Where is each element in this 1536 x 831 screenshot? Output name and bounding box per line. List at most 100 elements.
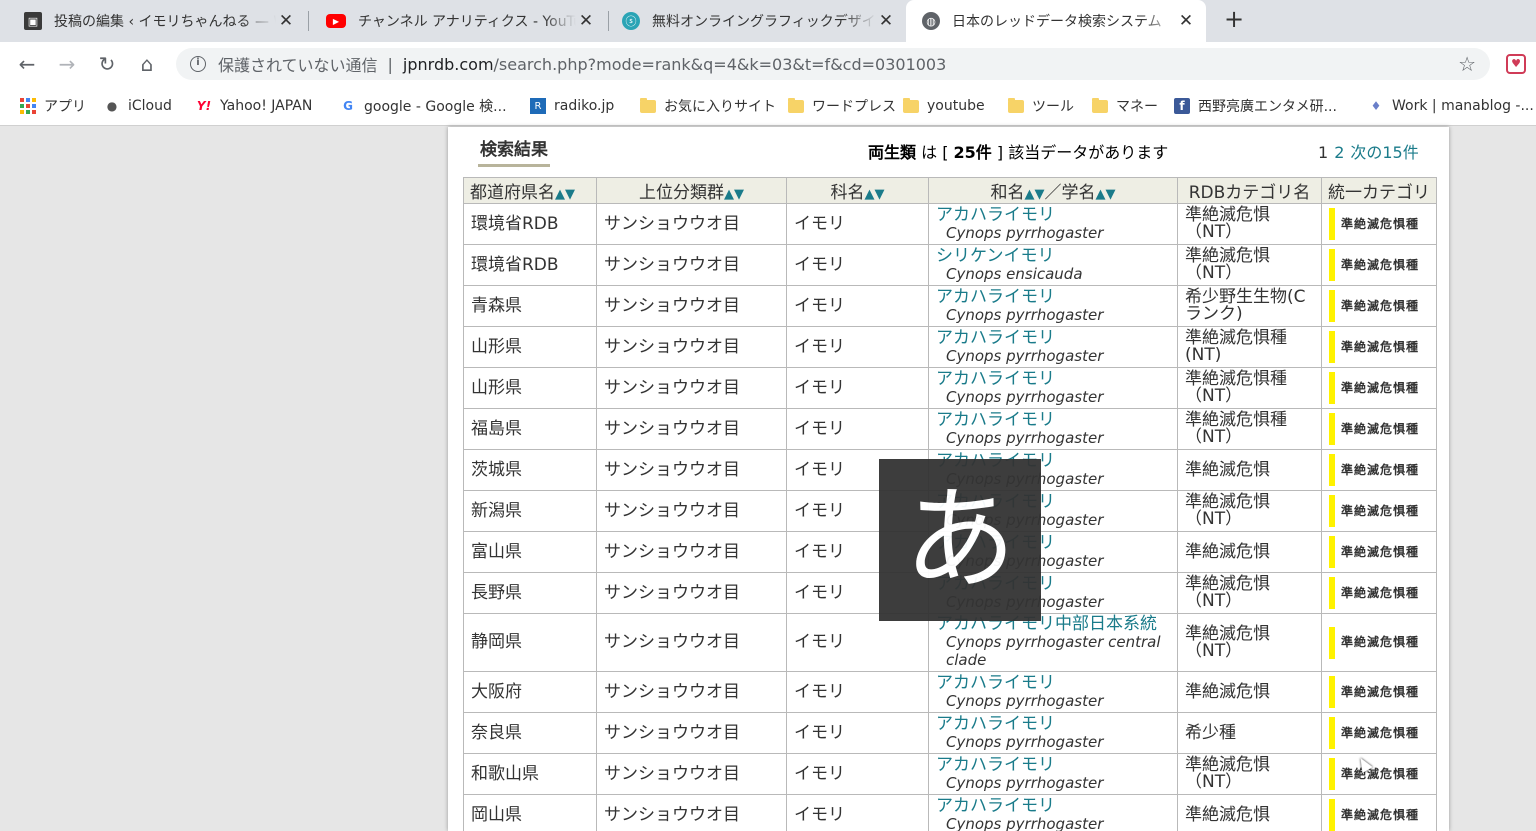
category-color-bar [1329, 717, 1335, 749]
rdb-category-text: 準絶滅危惧 （NT） [1185, 205, 1270, 242]
pager-next[interactable]: 次の15件 [1350, 143, 1418, 162]
cell-rdb-category: 準絶滅危惧種 （NT） [1177, 367, 1322, 409]
category-badge: 準絶滅危惧種 [1329, 413, 1429, 445]
japanese-name-link[interactable]: アカハライモリ [936, 411, 1170, 429]
cell-family-link[interactable]: イモリ [786, 203, 929, 245]
tab-red-data-search[interactable]: ◍ 日本のレッドデータ検索システム ✕ [906, 0, 1206, 42]
table-row: 青森県 サンショウウオ目 イモリ アカハライモリ Cynops pyrrhogaster… [463, 285, 1437, 327]
sort-arrows[interactable]: ▲▼ [1096, 187, 1116, 202]
close-icon[interactable]: ✕ [276, 11, 296, 31]
bookmark-nishino[interactable]: f 西野亮廣エンタメ研... [1174, 96, 1337, 116]
count-mid: は [ [916, 143, 954, 162]
cell-family-link[interactable]: イモリ [786, 753, 929, 795]
sort-arrows[interactable]: ▲▼ [555, 187, 575, 202]
cell-order: サンショウウオ目 [596, 244, 787, 286]
category-label: 準絶滅危惧種 [1341, 421, 1420, 436]
category-badge: 準絶滅危惧種 [1329, 249, 1429, 281]
address-bar[interactable]: i 保護されていない通信 | jpnrdb.com/search.php?mod… [176, 48, 1490, 80]
cell-prefecture: 山形県 [463, 326, 597, 368]
back-button[interactable]: ← [14, 51, 40, 77]
cell-prefecture: 和歌山県 [463, 753, 597, 795]
japanese-name-link[interactable]: アカハライモリ [936, 288, 1170, 306]
tab-wordpress-edit[interactable]: ▣ 投稿の編集 ‹ イモリちゃんねる — Wo ✕ [0, 0, 306, 42]
close-icon[interactable]: ✕ [876, 11, 896, 31]
radiko-icon: R [530, 98, 546, 114]
category-label: 準絶滅危惧種 [1341, 544, 1420, 559]
bookmark-icloud[interactable]: ● iCloud [104, 96, 172, 116]
japanese-name-link[interactable]: アカハライモリ [936, 206, 1170, 224]
japanese-name-link[interactable]: アカハライモリ [936, 329, 1170, 347]
japanese-name-link[interactable]: シリケンイモリ [936, 247, 1170, 265]
sort-arrows[interactable]: ▲▼ [724, 187, 744, 202]
cell-name: アカハライモリCynops pyrrhogaster [928, 753, 1178, 795]
rdb-category-text: 準絶滅危惧 [1185, 541, 1270, 562]
cell-name: アカハライモリCynops pyrrhogaster [928, 326, 1178, 368]
bookmark-folder-youtube[interactable]: youtube [903, 96, 985, 116]
category-badge: 準絶滅危惧種 [1329, 676, 1429, 708]
cell-name: シリケンイモリ Cynops ensicauda [928, 244, 1178, 286]
japanese-name-link[interactable]: アカハライモリ [936, 674, 1170, 692]
cell-name: アカハライモリCynops pyrrhogaster [928, 408, 1178, 450]
sort-arrows[interactable]: ▲▼ [1025, 187, 1045, 202]
url-path: /search.php?mode=rank&q=4&k=03&t=f&cd=03… [493, 54, 947, 74]
bookmark-label: ワードプレス [812, 99, 896, 115]
category-color-bar [1329, 290, 1335, 322]
table-row: 静岡県 サンショウウオ目 イモリ アカハライモリ中部日本系統 Cynops pyrrho… [463, 613, 1437, 672]
sort-arrows[interactable]: ▲▼ [865, 187, 885, 202]
pager-page-2[interactable]: 2 [1334, 143, 1344, 162]
cell-prefecture: 岡山県 [463, 794, 597, 831]
cell-family-link[interactable]: イモリ [786, 326, 929, 368]
table-row: 大阪府 サンショウウオ目 イモリ アカハライモリ Cynops pyrrhogaster… [463, 671, 1437, 713]
japanese-name-link[interactable]: アカハライモリ [936, 797, 1170, 815]
cell-rdb-category: 準絶滅危惧 [1177, 449, 1322, 491]
insecure-label: 保護されていない通信 [218, 56, 378, 75]
bookmark-folder-money[interactable]: マネー [1092, 96, 1158, 116]
cell-family-link[interactable]: イモリ [786, 613, 929, 672]
bookmark-folder-wordpress[interactable]: ワードプレス [788, 96, 896, 116]
cell-order: サンショウウオ目 [596, 712, 787, 754]
cell-family-link[interactable]: イモリ [786, 671, 929, 713]
japanese-name-link[interactable]: アカハライモリ [936, 370, 1170, 388]
result-title: 検索結果 [478, 135, 550, 167]
bookmarks-bar: アプリ ● iCloud Y! Yahoo! JAPAN G google - … [0, 86, 1536, 126]
bookmark-google[interactable]: G google - Google 検... [340, 96, 506, 116]
cell-rdb-category: 準絶滅危惧 [1177, 794, 1322, 831]
bookmark-apps[interactable]: アプリ [20, 96, 86, 116]
bookmark-manablog[interactable]: ♦ Work | manablog -... [1368, 96, 1534, 116]
table-header-row: 都道府県名▲▼ 上位分類群▲▼ 科名▲▼ 和名▲▼／学名▲▼ RDBカテゴリ名 … [463, 177, 1437, 204]
japanese-name-link[interactable]: アカハライモリ [936, 715, 1170, 733]
bookmark-yahoo[interactable]: Y! Yahoo! JAPAN [196, 96, 312, 116]
home-button[interactable]: ⌂ [134, 51, 160, 77]
info-icon[interactable]: i [190, 56, 206, 72]
extension-icon[interactable]: ♥ [1506, 54, 1526, 74]
globe-icon: ◍ [922, 12, 940, 30]
bookmark-folder-favorites[interactable]: お気に入りサイト [640, 96, 776, 116]
cell-family-link[interactable]: イモリ [786, 285, 929, 327]
tab-youtube-analytics[interactable]: ▶ チャンネル アナリティクス - YouTube S ✕ [306, 0, 606, 42]
close-icon[interactable]: ✕ [576, 11, 596, 31]
forward-button[interactable]: → [54, 51, 80, 77]
cell-family-link[interactable]: イモリ [786, 794, 929, 831]
cell-unified-category: 準絶滅危惧種 [1321, 613, 1437, 672]
cell-family-link[interactable]: イモリ [786, 408, 929, 450]
reload-button[interactable]: ↻ [94, 51, 120, 77]
category-badge: 準絶滅危惧種 [1329, 454, 1429, 486]
cell-family-link[interactable]: イモリ [786, 244, 929, 286]
bookmark-radiko[interactable]: R radiko.jp [530, 96, 614, 116]
cell-unified-category: 準絶滅危惧種 [1321, 408, 1437, 450]
japanese-name-link[interactable]: アカハライモリ [936, 756, 1170, 774]
tab-title: 無料オンライングラフィックデザイナー| Z [652, 14, 876, 30]
close-icon[interactable]: ✕ [1176, 11, 1196, 31]
cell-prefecture: 環境省RDB [463, 244, 597, 286]
new-tab-button[interactable]: + [1222, 7, 1246, 32]
tab-graphic-designer[interactable]: ⓢ 無料オンライングラフィックデザイナー| Z ✕ [606, 0, 906, 42]
category-color-bar [1329, 758, 1335, 790]
bookmark-folder-tools[interactable]: ツール [1008, 96, 1074, 116]
category-label: 準絶滅危惧種 [1341, 725, 1420, 740]
category-badge: 準絶滅危惧種 [1329, 290, 1429, 322]
bookmark-star-icon[interactable]: ☆ [1458, 52, 1476, 76]
tab-strip: ▣ 投稿の編集 ‹ イモリちゃんねる — Wo ✕ ▶ チャンネル アナリティク… [0, 0, 1536, 42]
cell-family-link[interactable]: イモリ [786, 367, 929, 409]
rdb-category-text: 準絶滅危惧種 （NT） [1185, 410, 1287, 447]
cell-family-link[interactable]: イモリ [786, 712, 929, 754]
